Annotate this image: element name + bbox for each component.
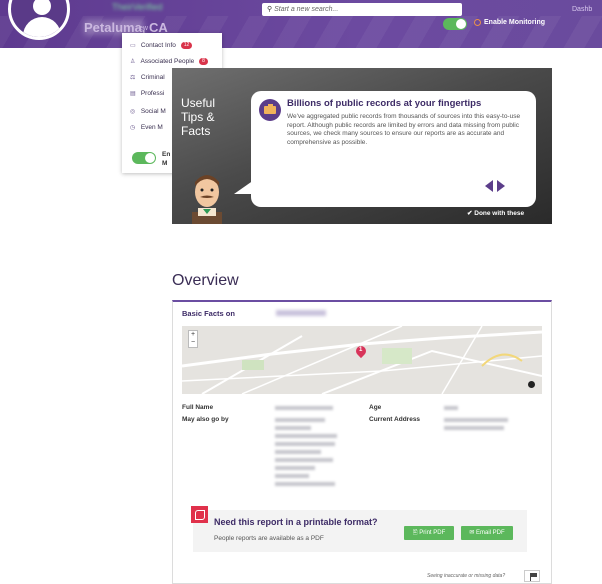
tip-bubble: Billions of public records at your finge… — [251, 91, 536, 207]
card-heading: Basic Facts on — [182, 309, 235, 318]
next-tip-icon[interactable] — [497, 180, 505, 192]
address-label: Current Address — [369, 416, 421, 423]
zoom-out-button[interactable]: − — [189, 339, 197, 347]
flag-icon[interactable] — [524, 570, 540, 582]
print-pdf-button[interactable]: 🖹 Print PDF — [404, 526, 454, 540]
printable-report-panel: Need this report in a printable format? … — [191, 506, 527, 552]
monitoring-toggle[interactable] — [443, 18, 467, 30]
section-title-overview: Overview — [172, 272, 239, 289]
sidebar-item-contact-info[interactable]: ▭ Contact Info 12 — [130, 42, 193, 50]
aka-value — [275, 426, 311, 430]
sidebar-item-label: Professi — [140, 90, 165, 97]
sidebar-item-label: Associated People — [140, 58, 195, 66]
search-placeholder: Start a new search... — [274, 6, 339, 13]
folder-icon — [259, 99, 281, 121]
tips-overlay: Useful Tips & Facts Billions of public r… — [172, 68, 552, 224]
monitoring-icon — [474, 19, 481, 26]
aka-value — [275, 434, 337, 438]
professional-icon: ▤ — [130, 91, 136, 97]
pdf-panel-title: Need this report in a printable format? — [214, 517, 378, 527]
full-name-value — [275, 406, 333, 410]
top-header: TheirVerified Petaluma, CA ew ⚲ Start a … — [0, 0, 602, 48]
aka-value — [275, 482, 335, 486]
age-value — [444, 406, 458, 410]
count-badge: 8 — [199, 58, 208, 65]
pdf-panel-subtitle: People reports are available as a PDF — [214, 535, 324, 542]
menu-toggle-label: En M — [162, 151, 171, 167]
sidebar-item-social-media[interactable]: ◎ Social M — [130, 108, 166, 115]
address-value — [444, 426, 504, 430]
contact-icon: ▭ — [130, 43, 136, 50]
sidebar-item-label: Social M — [140, 108, 166, 115]
aka-value — [275, 442, 335, 446]
location-map[interactable]: + − 1 — [182, 326, 542, 394]
tip-text: We've aggregated public records from tho… — [287, 113, 521, 146]
email-pdf-button[interactable]: ✉ Email PDF — [461, 526, 513, 540]
sidebar-item-label: Contact Info — [140, 42, 176, 50]
criminal-icon: ⚖ — [130, 75, 136, 81]
map-roads — [182, 326, 542, 394]
address-value — [444, 418, 508, 422]
aka-value — [275, 458, 333, 462]
map-pin-number: 1 — [359, 347, 363, 353]
events-icon: ◷ — [130, 125, 136, 131]
monitoring-label[interactable]: Enable Monitoring — [484, 19, 545, 26]
location-suffix: ew — [139, 25, 148, 32]
menu-monitoring-toggle[interactable] — [132, 152, 156, 164]
aka-value — [275, 474, 309, 478]
aka-value — [275, 466, 315, 470]
basic-facts-card: Basic Facts on + − 1 Full Name May also … — [172, 300, 552, 584]
mascot-illustration — [192, 175, 222, 224]
feedback-text: Seeing inaccurate or missing data? — [427, 573, 506, 579]
sidebar-item-professional[interactable]: ▤ Professi — [130, 90, 164, 97]
search-icon: ⚲ — [267, 6, 273, 13]
pdf-icon — [191, 506, 208, 523]
aka-label: May also go by — [182, 416, 229, 423]
sidebar-item-label: Even M — [140, 124, 163, 131]
sidebar-item-label: Criminal — [140, 74, 165, 81]
social-icon: ◎ — [130, 109, 136, 115]
done-with-tips-button[interactable]: ✔ Done with these — [467, 209, 524, 217]
aka-value — [275, 450, 321, 454]
map-info-icon[interactable] — [528, 381, 535, 388]
card-heading-name — [276, 310, 326, 316]
sidebar-item-criminal[interactable]: ⚖ Criminal — [130, 74, 165, 81]
full-name-label: Full Name — [182, 404, 214, 411]
zoom-in-button[interactable]: + — [189, 331, 197, 339]
tip-heading: Billions of public records at your finge… — [287, 98, 482, 109]
profile-avatar — [8, 0, 70, 40]
prev-tip-icon[interactable] — [485, 180, 493, 192]
count-badge: 12 — [180, 42, 193, 49]
sidebar-item-associated-people[interactable]: ♙ Associated People 8 — [130, 58, 208, 65]
brand-logo[interactable]: TheirVerified — [112, 2, 163, 12]
map-zoom-control[interactable]: + − — [188, 330, 198, 348]
age-label: Age — [369, 404, 382, 411]
sidebar-item-events[interactable]: ◷ Even M — [130, 124, 163, 131]
dashboard-link[interactable]: Dashb — [572, 6, 592, 13]
people-icon: ♙ — [130, 59, 136, 66]
tips-title: Useful Tips & Facts — [181, 96, 216, 138]
search-input[interactable]: ⚲ Start a new search... — [262, 3, 462, 16]
aka-value — [275, 418, 325, 422]
